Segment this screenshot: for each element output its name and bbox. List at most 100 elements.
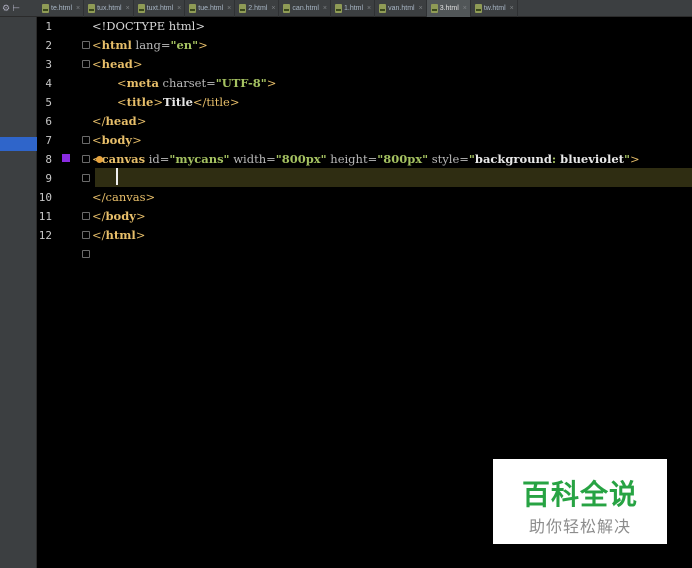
tag-bracket: </: [92, 190, 106, 204]
tag-bracket: <: [117, 95, 127, 109]
editor-tab[interactable]: van.html ×: [375, 0, 427, 17]
html-file-icon: [334, 4, 342, 13]
tag-bracket: >: [629, 152, 640, 166]
css-colon: :: [551, 152, 561, 166]
close-tab-icon[interactable]: ×: [367, 5, 371, 12]
watermark-logo: 百科全说 助你轻松解决: [493, 459, 667, 544]
bookmark-marker[interactable]: [62, 154, 70, 162]
code-line-3: <head>: [92, 55, 142, 74]
editor-tab[interactable]: 1.html ×: [331, 0, 376, 17]
editor-tab[interactable]: te.html ×: [38, 0, 85, 17]
tab-list: te.html × tux.html × tuxt.html × tue.html × 2.ht…: [38, 0, 518, 17]
close-tab-icon[interactable]: ×: [463, 5, 467, 12]
tab-label: 2.html: [248, 5, 268, 12]
close-tab-icon[interactable]: ×: [126, 5, 130, 12]
tag-bracket: >: [153, 95, 163, 109]
tag-name: html: [105, 228, 136, 242]
line-number: 4: [45, 77, 52, 90]
attr-value: "en": [170, 38, 199, 52]
tag-bracket: >: [132, 133, 142, 147]
editor-tab-bar: ⚙ ⊢ te.html × tux.html × tuxt.html × tue.html ×…: [0, 0, 692, 17]
line-number: 12: [38, 229, 52, 242]
fold-marker-head[interactable]: [82, 60, 90, 68]
tag-bracket: >: [198, 38, 208, 52]
close-tab-icon[interactable]: ×: [419, 5, 423, 12]
tab-label: tuxt.html: [146, 5, 174, 12]
tab-label: 3.html: [439, 5, 459, 12]
tag-name: meta: [126, 76, 159, 90]
tag-bracket: </: [92, 114, 106, 128]
editor-tab[interactable]: can.html ×: [279, 0, 331, 17]
attr-value: "UTF-8": [215, 76, 267, 90]
editor-tab[interactable]: 3.html ×: [426, 0, 471, 17]
tag-bracket: <: [117, 76, 127, 90]
attr-value: "800px": [377, 152, 429, 166]
css-property: background: [474, 152, 552, 166]
code-line-4: <meta charset="UTF-8">: [117, 74, 276, 93]
tag-bracket: >: [132, 57, 143, 71]
line-number: 7: [45, 134, 52, 147]
attr-name: width=: [229, 152, 276, 166]
line-number: 1: [45, 20, 52, 33]
line-number: 2: [45, 39, 52, 52]
tag-name: canvas: [105, 190, 146, 204]
tag-name: body: [105, 209, 136, 223]
html-file-icon: [379, 4, 387, 13]
attr-name: id=: [145, 152, 170, 166]
intention-bulb-icon[interactable]: [96, 156, 103, 163]
watermark-title: 百科全说: [521, 478, 638, 511]
tag-bracket: </: [92, 228, 106, 242]
attr-value: "mycans": [169, 152, 230, 166]
attr-value: "800px": [275, 152, 327, 166]
watermark-subtitle: 助你轻松解决: [528, 517, 631, 536]
html-file-icon: [189, 4, 197, 13]
tab-label: 1.html: [343, 5, 364, 12]
close-tab-icon[interactable]: ×: [510, 5, 514, 12]
editor-tab[interactable]: 2.html ×: [235, 0, 280, 17]
line-number: 3: [45, 58, 52, 71]
editor-tab[interactable]: tuxt.html ×: [134, 0, 186, 17]
editor-tab[interactable]: tw.html ×: [471, 0, 518, 17]
fold-marker-html-end[interactable]: [82, 250, 90, 258]
tag-bracket: <: [92, 38, 102, 52]
close-tab-icon[interactable]: ×: [323, 5, 327, 12]
tag-bracket: >: [135, 209, 146, 223]
code-line-8: <canvas id="mycans" width="800px" height…: [92, 150, 640, 169]
doctype-text: <!DOCTYPE html>: [92, 19, 206, 33]
fold-marker-head-end[interactable]: [82, 136, 90, 144]
code-line-12: </html>: [92, 226, 145, 245]
code-line-6: </head>: [92, 112, 146, 131]
close-tab-icon[interactable]: ×: [177, 5, 181, 12]
settings-gear-icon[interactable]: ⚙: [2, 4, 10, 14]
tag-name: title: [126, 95, 154, 109]
close-tab-icon[interactable]: ×: [227, 5, 231, 12]
fold-marker-canvas[interactable]: [82, 174, 90, 182]
line-number: 11: [38, 210, 52, 223]
fold-marker-body-end[interactable]: [82, 231, 90, 239]
tag-name: body: [101, 133, 133, 147]
close-tab-icon[interactable]: ×: [271, 5, 275, 12]
code-line-5: <title>Title</title>: [117, 93, 239, 112]
tag-name: head: [105, 114, 137, 128]
current-line-highlight: [37, 168, 692, 187]
collapse-icon[interactable]: ⊢: [12, 4, 20, 14]
html-file-icon: [42, 4, 49, 13]
tag-bracket: <: [92, 57, 102, 71]
tab-label: van.html: [388, 5, 415, 12]
fold-marker-html[interactable]: [82, 41, 90, 49]
fold-marker-body[interactable]: [82, 155, 90, 163]
editor-tab[interactable]: tue.html ×: [185, 0, 236, 17]
close-tab-icon[interactable]: ×: [76, 5, 80, 12]
tab-label: tux.html: [97, 5, 122, 12]
code-line-11: </body>: [92, 207, 146, 226]
code-line-10: </canvas>: [92, 188, 155, 207]
fold-marker-canvas-end[interactable]: [82, 212, 90, 220]
html-file-icon: [88, 4, 96, 13]
html-file-icon: [137, 4, 145, 13]
line-number: 6: [45, 115, 52, 128]
tag-bracket: <: [92, 133, 102, 147]
selected-project-item[interactable]: [0, 137, 37, 151]
editor-tab[interactable]: tux.html ×: [84, 0, 134, 17]
tab-label: te.html: [51, 5, 73, 12]
tag-bracket: >: [136, 114, 147, 128]
